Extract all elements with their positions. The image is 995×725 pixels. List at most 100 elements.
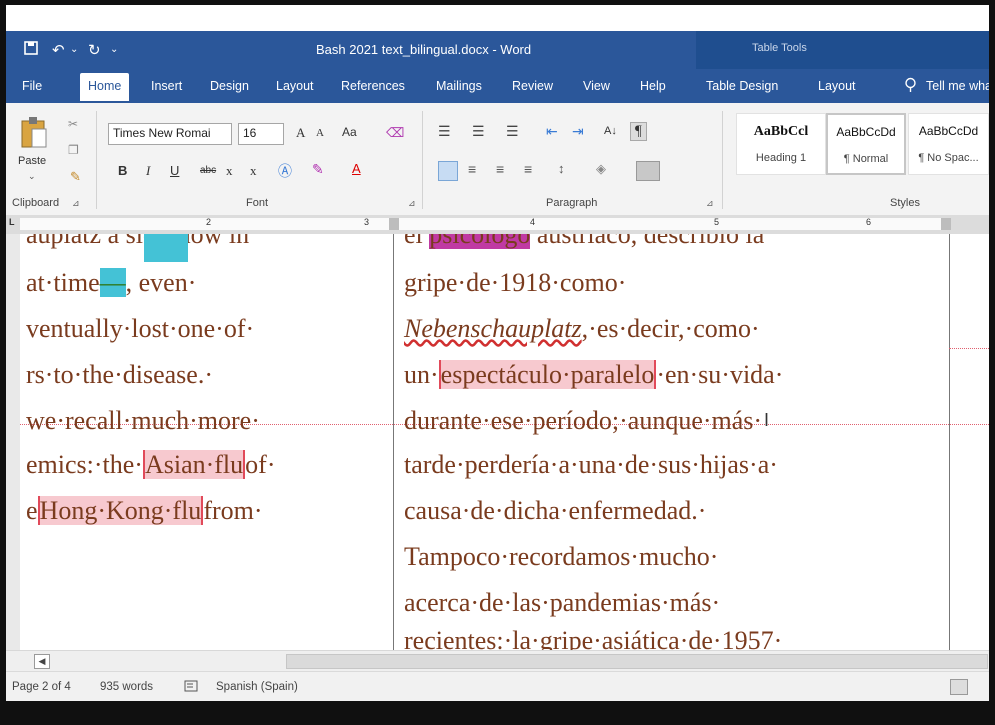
doc-text: causa·de·dicha·enfermedad.· — [404, 496, 707, 525]
doc-text-italic: Nebenschauplatz — [404, 314, 582, 343]
numbering-icon[interactable]: ☰ — [472, 123, 485, 140]
comment-highlight[interactable] — [144, 234, 188, 262]
page-count[interactable]: Page 2 of 4 — [12, 681, 71, 693]
tab-layout[interactable]: Layout — [276, 79, 314, 93]
doc-text: austriaco, describió la — [536, 234, 765, 249]
word-count[interactable]: 935 words — [100, 681, 153, 693]
comment-highlight-psicologo[interactable]: psicólogo — [429, 234, 531, 249]
style-sample: AaBbCcDd — [836, 125, 896, 139]
font-color-button[interactable]: A — [352, 161, 361, 176]
subscript-button[interactable]: x — [226, 163, 233, 179]
window-title: Bash 2021 text_bilingual.docx - Word — [316, 42, 532, 57]
change-case-button[interactable]: Aa — [342, 125, 357, 139]
highlight-color-icon[interactable]: ✎ — [312, 161, 324, 178]
undo-icon[interactable]: ↶ — [52, 41, 65, 59]
scroll-thumb[interactable] — [286, 654, 988, 669]
doc-text: at·time — [26, 268, 100, 297]
strikethrough-button[interactable]: abc — [200, 165, 216, 176]
tab-help[interactable]: Help — [640, 79, 666, 93]
doc-text: recientes:·la·gripe·asiática·de·1957· — [404, 626, 783, 650]
lightbulb-icon[interactable] — [904, 77, 917, 93]
doc-text: tarde·perdería·a·una·de·sus·hijas·a· — [404, 450, 778, 479]
doc-text: aupiatz a sideshow in — [26, 234, 250, 249]
status-bar: Page 2 of 4 935 words Spanish (Spain) — [6, 671, 989, 701]
undo-dropdown-icon[interactable]: ⌄ — [70, 44, 78, 55]
comment-highlight-hong-kong-flu[interactable]: Hong·Kong·flu — [37, 496, 204, 525]
multilevel-list-icon[interactable]: ☰ — [506, 123, 519, 140]
bullets-icon[interactable]: ☰ — [438, 123, 451, 140]
comment-highlight-espectaculo[interactable]: espectáculo·paralelo — [438, 360, 657, 389]
tab-design[interactable]: Design — [210, 79, 249, 93]
paste-dropdown-icon[interactable]: ⌄ — [28, 171, 36, 182]
comment-highlight-asian-flu[interactable]: Asian·flu — [142, 450, 246, 479]
shading-icon[interactable]: ◈ — [596, 161, 606, 177]
style-normal[interactable]: AaBbCcDd ¶ Normal — [826, 113, 906, 175]
scroll-left-icon[interactable]: ◀ — [34, 654, 50, 669]
proofing-icon[interactable] — [184, 680, 198, 695]
customize-quick-access-icon[interactable]: ⌄ — [110, 44, 118, 55]
paste-icon[interactable] — [18, 115, 48, 156]
tab-view[interactable]: View — [583, 79, 610, 93]
table-cell-border — [393, 234, 394, 650]
paragraph-launcher-icon[interactable]: ⊿ — [706, 198, 714, 209]
tab-table-design[interactable]: Table Design — [706, 79, 778, 93]
align-left-icon[interactable] — [438, 161, 458, 181]
shrink-font-button[interactable]: A — [316, 127, 324, 139]
doc-line: Nebenschauplatz,·es·decir,·como· — [404, 314, 760, 344]
clipboard-group-label: Clipboard — [12, 197, 60, 209]
cut-icon[interactable]: ✂ — [68, 117, 78, 131]
increase-indent-icon[interactable]: ⇥ — [572, 123, 584, 140]
borders-icon[interactable] — [636, 161, 660, 181]
tab-mailings[interactable]: Mailings — [436, 79, 482, 93]
justify-icon[interactable]: ≡ — [524, 161, 532, 177]
language-indicator[interactable]: Spanish (Spain) — [216, 681, 298, 693]
font-size-box[interactable]: 16 — [238, 123, 284, 145]
tell-me-search[interactable]: Tell me wha — [926, 79, 989, 93]
clipboard-launcher-icon[interactable]: ⊿ — [72, 198, 80, 209]
tab-home[interactable]: Home — [80, 73, 130, 101]
style-no-spacing[interactable]: AaBbCcDd ¶ No Spac... — [908, 113, 989, 175]
clear-formatting-icon[interactable]: ⌫ — [386, 125, 404, 141]
document-area[interactable]: aupiatz a sideshow in at·time—, even· ve… — [6, 234, 989, 650]
font-name-box[interactable]: Times New Romai — [108, 123, 232, 145]
doc-text: ·en·su·vida· — [656, 360, 784, 389]
decrease-indent-icon[interactable]: ⇤ — [546, 123, 558, 140]
tab-file[interactable]: File — [22, 79, 42, 93]
tracked-dash[interactable]: — — [99, 268, 126, 297]
bold-button[interactable]: B — [118, 163, 127, 178]
italic-button[interactable]: I — [146, 163, 150, 179]
paste-button[interactable]: Paste — [18, 155, 46, 167]
ruler-number: 3 — [364, 217, 370, 227]
tab-selector[interactable]: L — [9, 217, 15, 227]
horizontal-ruler[interactable]: L 2 3 4 5 6 — [6, 215, 989, 234]
column-marker[interactable] — [389, 218, 399, 230]
superscript-button[interactable]: x — [250, 163, 257, 179]
grow-font-button[interactable]: A — [296, 125, 305, 141]
show-formatting-marks-button[interactable]: ¶ — [630, 122, 647, 141]
column-marker[interactable] — [941, 218, 951, 230]
doc-line: Tampoco·recordamos·mucho· — [404, 542, 718, 572]
tab-table-layout[interactable]: Layout — [818, 79, 856, 93]
redo-icon[interactable]: ↻ — [88, 41, 101, 59]
copy-icon[interactable]: ❐ — [68, 143, 79, 157]
tab-review[interactable]: Review — [512, 79, 553, 93]
doc-line: el psicólogo austriaco, describió la — [404, 234, 764, 250]
save-icon[interactable] — [24, 41, 38, 59]
text-effects-icon[interactable]: Ⓐ — [278, 161, 292, 181]
style-heading-1[interactable]: AaBbCcl Heading 1 — [736, 113, 826, 175]
line-spacing-icon[interactable]: ↕ — [558, 161, 565, 176]
tab-insert[interactable]: Insert — [151, 79, 182, 93]
doc-line: durante·ese·período;·aunque·más· — [404, 406, 762, 436]
tab-references[interactable]: References — [341, 79, 405, 93]
align-center-icon[interactable]: ≡ — [468, 161, 476, 177]
horizontal-scrollbar[interactable]: ◀ — [6, 650, 989, 671]
underline-button[interactable]: U — [170, 163, 179, 178]
doc-text: of· — [245, 450, 276, 479]
align-right-icon[interactable]: ≡ — [496, 161, 504, 177]
group-divider — [96, 111, 97, 209]
font-launcher-icon[interactable]: ⊿ — [408, 198, 416, 209]
sort-button[interactable]: A↓ — [604, 125, 617, 137]
read-mode-icon[interactable] — [950, 679, 968, 695]
format-painter-icon[interactable]: ✎ — [70, 169, 81, 185]
doc-line: acerca·de·las·pandemias·más· — [404, 588, 720, 618]
